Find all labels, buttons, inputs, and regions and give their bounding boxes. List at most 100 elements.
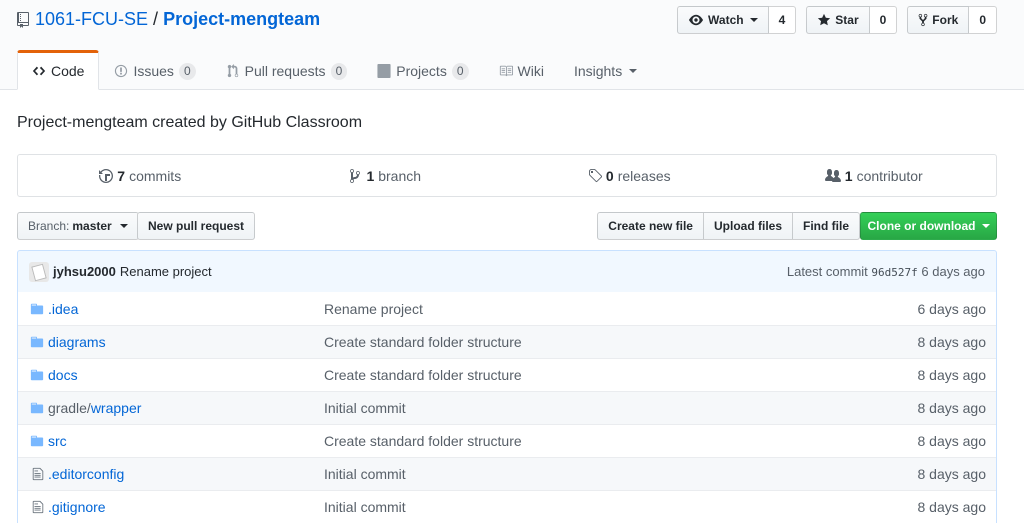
people-icon — [824, 168, 841, 182]
history-icon — [99, 168, 114, 183]
branch-select-label: Branch: — [28, 219, 70, 233]
branch-select[interactable]: Branch: master — [17, 212, 139, 240]
commit-author-link[interactable]: jyhsu2000 — [53, 264, 116, 279]
book-icon — [499, 65, 513, 77]
file-commit-message[interactable]: Initial commit — [324, 400, 876, 416]
repo-actions: Watch 4 Star 0 Fork 0 — [677, 6, 997, 34]
latest-commit-info: Latest commit 96d527f 6 days ago — [787, 264, 985, 279]
repo-name-link[interactable]: Project-mengteam — [163, 9, 320, 30]
releases-link[interactable]: 0 releases — [507, 155, 752, 196]
repo-description: Project-mengteam created by GitHub Class… — [17, 114, 363, 131]
path-separator: / — [153, 9, 159, 29]
file-navigation: Branch: master New pull request Create n… — [17, 212, 997, 240]
contributor-count: 1 — [844, 167, 853, 184]
clone-or-download-button[interactable]: Clone or download — [860, 212, 997, 240]
file-commit-message[interactable]: Initial commit — [324, 466, 876, 482]
numbers-summary: 7 commits 1 branch 0 releases 1 contribu… — [17, 154, 997, 197]
file-row: .idea Rename project 6 days ago — [18, 292, 996, 325]
watch-count[interactable]: 4 — [768, 6, 797, 34]
upload-files-button[interactable]: Upload files — [702, 212, 793, 240]
folder-icon — [18, 302, 48, 316]
tab-projects[interactable]: Projects 0 — [362, 50, 483, 90]
commit-message-link[interactable]: Rename project — [120, 264, 212, 279]
repo-owner-link[interactable]: 1061-FCU-SE — [35, 9, 148, 30]
tab-projects-label: Projects — [396, 63, 447, 79]
file-age: 8 days ago — [917, 466, 987, 482]
repo-header: 1061-FCU-SE / Project-mengteam Watch 4 S… — [0, 0, 1024, 90]
file-actions-group: Create new file Upload files Find file — [597, 212, 860, 240]
file-list: .idea Rename project 6 days ago diagrams… — [17, 292, 997, 523]
chevron-down-icon — [749, 18, 758, 22]
chevron-down-icon — [629, 69, 638, 73]
clone-label: Clone or download — [867, 219, 976, 233]
create-new-file-button[interactable]: Create new file — [597, 212, 704, 240]
file-age: 8 days ago — [917, 367, 987, 383]
folder-icon — [18, 434, 48, 448]
pull-requests-counter: 0 — [330, 62, 348, 80]
file-name-link[interactable]: .editorconfig — [48, 466, 324, 482]
contributor-label: contributor — [856, 167, 923, 184]
commits-label: commits — [129, 167, 182, 184]
file-row: .gitignore Initial commit 8 days ago — [18, 490, 996, 523]
file-commit-message[interactable]: Create standard folder structure — [324, 334, 876, 350]
tab-code[interactable]: Code — [17, 50, 100, 90]
star-group: Star 0 — [806, 6, 898, 34]
repo-nav-tabs: Code Issues 0 Pull requests 0 Projects 0… — [17, 50, 652, 90]
file-row: gradle/wrapper Initial commit 8 days ago — [18, 391, 996, 424]
tab-wiki-label: Wiki — [517, 63, 544, 79]
file-age: 8 days ago — [917, 334, 987, 350]
commits-count: 7 — [117, 167, 126, 184]
fork-button[interactable]: Fork — [907, 6, 970, 34]
file-commit-message[interactable]: Rename project — [324, 301, 876, 317]
file-name-link[interactable]: .gitignore — [48, 499, 324, 515]
file-age: 8 days ago — [917, 400, 987, 416]
tab-issues[interactable]: Issues 0 — [99, 50, 210, 90]
latest-commit-age: 6 days ago — [921, 264, 985, 279]
releases-count: 0 — [605, 167, 614, 184]
pull-request-icon — [227, 64, 238, 78]
tab-wiki[interactable]: Wiki — [484, 50, 559, 90]
tab-insights-label: Insights — [573, 63, 623, 79]
contributors-link[interactable]: 1 contributor — [752, 155, 997, 196]
eye-icon — [689, 14, 704, 26]
star-icon — [818, 13, 831, 26]
file-commit-message[interactable]: Create standard folder structure — [324, 367, 876, 383]
watch-group: Watch 4 — [677, 6, 797, 34]
file-commit-message[interactable]: Create standard folder structure — [324, 433, 876, 449]
branches-link[interactable]: 1 branch — [263, 155, 508, 196]
latest-commit-prefix: Latest commit — [786, 264, 868, 279]
file-row: diagrams Create standard folder structur… — [18, 325, 996, 358]
find-file-button[interactable]: Find file — [792, 212, 860, 240]
file-row: src Create standard folder structure 8 d… — [18, 424, 996, 457]
watch-button[interactable]: Watch — [677, 6, 769, 34]
file-name-link[interactable]: gradle/wrapper — [48, 400, 324, 416]
folder-icon — [18, 401, 48, 415]
tab-pull-requests[interactable]: Pull requests 0 — [211, 50, 363, 90]
branch-label: branch — [378, 167, 422, 184]
file-name-link[interactable]: src — [48, 433, 324, 449]
commit-sha-link[interactable]: 96d527f — [871, 266, 917, 279]
fork-count[interactable]: 0 — [969, 6, 997, 34]
avatar[interactable] — [29, 261, 49, 282]
file-name-link[interactable]: docs — [48, 367, 324, 383]
repo-title: 1061-FCU-SE / Project-mengteam — [17, 9, 320, 30]
commits-link[interactable]: 7 commits — [18, 155, 263, 196]
repo-icon — [17, 11, 29, 28]
fork-label: Fork — [932, 13, 959, 27]
project-icon — [377, 64, 391, 78]
file-name-link[interactable]: .idea — [48, 301, 324, 317]
file-age: 8 days ago — [917, 499, 987, 515]
issue-icon — [115, 64, 128, 78]
code-icon — [32, 66, 46, 76]
star-button[interactable]: Star — [806, 6, 870, 34]
tab-insights[interactable]: Insights — [559, 50, 652, 90]
folder-icon — [18, 335, 48, 349]
fork-icon — [918, 13, 928, 27]
star-label: Star — [835, 13, 859, 27]
file-name-link[interactable]: diagrams — [48, 334, 324, 350]
file-icon — [18, 467, 48, 481]
file-commit-message[interactable]: Initial commit — [324, 499, 876, 515]
watch-label: Watch — [708, 13, 744, 27]
new-pull-request-button[interactable]: New pull request — [137, 212, 256, 240]
star-count[interactable]: 0 — [869, 6, 898, 34]
